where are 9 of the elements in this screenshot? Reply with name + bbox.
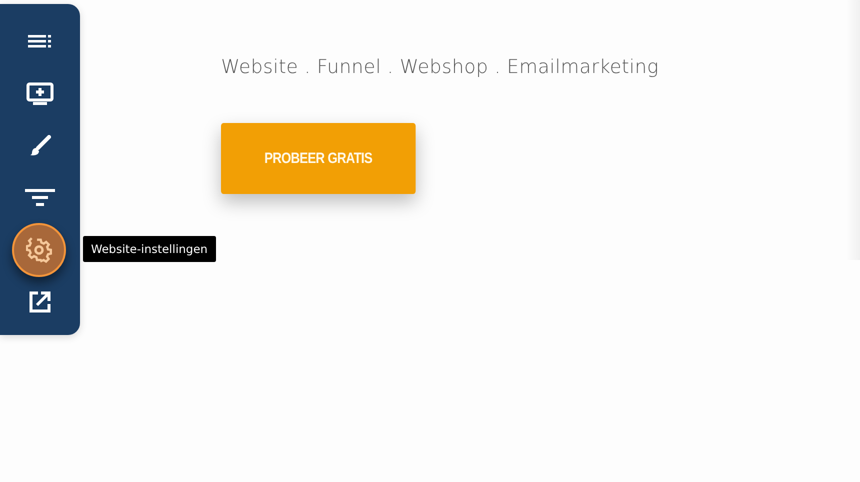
settings-icon bbox=[26, 237, 52, 263]
sidebar-button[interactable] bbox=[12, 223, 66, 277]
monitor-plus-icon bbox=[26, 82, 54, 106]
brush-icon bbox=[29, 135, 51, 157]
try-free-button[interactable]: PROBEER GRATIS bbox=[221, 123, 416, 194]
hero-subtitle: Website . Funnel . Webshop . Emailmarketing bbox=[221, 56, 659, 78]
filter-icon bbox=[25, 187, 55, 209]
tooltip: Website-instellingen bbox=[83, 236, 216, 262]
external-link-icon bbox=[28, 290, 52, 314]
